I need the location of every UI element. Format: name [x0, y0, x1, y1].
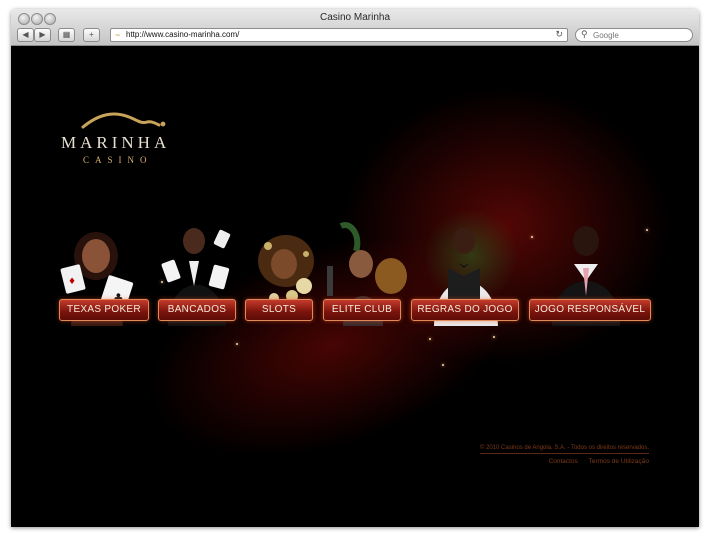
browser-window: Casino Marinha ◀ ▶ ▦ + ~ http://www.casi… — [11, 9, 699, 527]
search-input[interactable] — [593, 30, 688, 40]
menu-jogo-responsavel[interactable]: JOGO RESPONSÁVEL — [529, 299, 651, 321]
grid-icon: ▦ — [62, 30, 71, 39]
search-field[interactable]: ⚲ — [575, 28, 693, 42]
wave-logo-icon — [81, 112, 166, 129]
forward-button[interactable]: ▶ — [34, 28, 51, 42]
browser-titlebar: Casino Marinha ◀ ▶ ▦ + ~ http://www.casi… — [11, 9, 699, 46]
back-arrow-icon: ◀ — [22, 30, 29, 39]
search-icon: ⚲ — [581, 29, 588, 39]
sparkle — [236, 343, 238, 345]
address-bar[interactable]: ~ http://www.casino-marinha.com/ ↻ — [110, 28, 568, 42]
add-bookmark-button[interactable]: + — [83, 28, 100, 42]
svg-text:♦: ♦ — [68, 277, 76, 287]
window-title: Casino Marinha — [319, 12, 391, 23]
casino-logo[interactable]: MARINHA CASINO — [61, 108, 186, 178]
footer-copyright: © 2010 Casinos de Angola, S.A. - Todos o… — [479, 445, 649, 454]
logo-subtitle: CASINO — [83, 155, 153, 165]
logo-name: MARINHA — [61, 133, 171, 152]
menu-bancados[interactable]: BANCADOS — [158, 299, 236, 321]
plus-icon: + — [89, 30, 94, 39]
sparkle — [531, 236, 533, 238]
sparkle — [646, 229, 648, 231]
back-button[interactable]: ◀ — [17, 28, 34, 42]
address-url: http://www.casino-marinha.com/ — [126, 30, 240, 39]
menu-regras-do-jogo[interactable]: REGRAS DO JOGO — [411, 299, 519, 321]
menu-slots[interactable]: SLOTS — [245, 299, 313, 321]
menu-texas-poker[interactable]: TEXAS POKER — [59, 299, 149, 321]
sparkle — [161, 281, 163, 283]
sparkle — [429, 338, 431, 340]
favicon-icon: ~ — [115, 30, 121, 40]
menu-elite-club[interactable]: ELITE CLUB — [323, 299, 401, 321]
forward-arrow-icon: ▶ — [39, 30, 46, 39]
sparkle — [493, 336, 495, 338]
footer-link-contactos[interactable]: Contactos — [549, 458, 578, 465]
page-content: MARINHA CASINO ♣ ♦ TEXAS POKER BANCADOS … — [11, 46, 699, 527]
footer-link-termos[interactable]: Termos de Utilização — [589, 458, 649, 465]
reload-icon[interactable]: ↻ — [555, 29, 563, 40]
footer-links: Contactos Termos de Utilização — [540, 458, 649, 465]
bookmarks-grid-button[interactable]: ▦ — [58, 28, 75, 42]
sparkle — [442, 364, 444, 366]
